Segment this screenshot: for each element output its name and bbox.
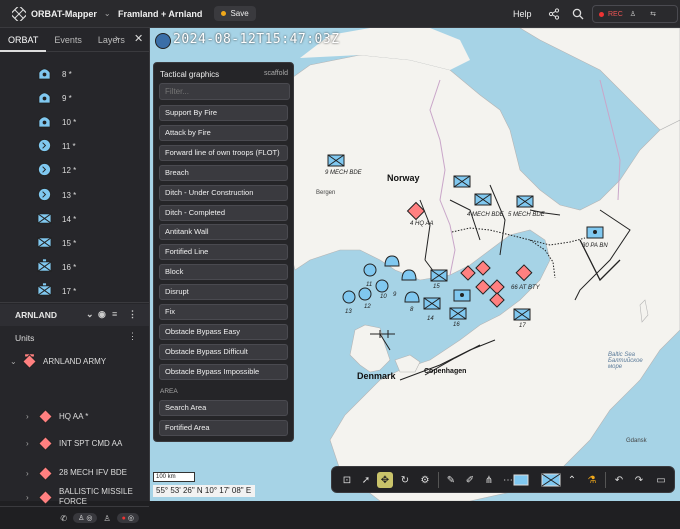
phone-icon[interactable]: ✆ [60, 514, 67, 523]
draw-icon[interactable]: ✎ [443, 472, 459, 488]
unit-label: 14 [427, 316, 434, 322]
tactical-item-button[interactable]: Support By Fire [159, 105, 288, 121]
toolbar-divider [605, 472, 606, 488]
tactical-item-button[interactable]: Ditch - Completed [159, 204, 288, 221]
map-unit-symbol[interactable] [453, 175, 471, 188]
scale-bar: 100 km [153, 472, 195, 482]
map-unit-symbol[interactable] [363, 263, 377, 277]
tactical-item-button[interactable]: Fortified Area [159, 420, 288, 436]
map-unit-symbol[interactable] [453, 289, 471, 302]
unit-template-icon[interactable] [512, 472, 530, 488]
tactical-item-button[interactable]: Attack by Fire [159, 124, 288, 141]
map-unit-symbol[interactable] [401, 269, 417, 281]
pen-icon[interactable]: ✐ [462, 472, 478, 488]
calendar-icon[interactable]: ▭ [653, 472, 669, 488]
person-icon[interactable]: ♙ [103, 514, 110, 523]
tactical-graphics-panel: Tactical graphics scaffold Support By Fi… [153, 62, 294, 442]
sidebar-footer: ✆ ♙ ◎ ♙ ● ◎ [0, 506, 149, 529]
map-unit-symbol[interactable] [460, 265, 476, 281]
map-unit-symbol[interactable] [423, 297, 441, 310]
gear-icon[interactable]: ⚙ [417, 472, 433, 488]
unit-label: 4 HQ AA [410, 221, 434, 227]
map-unit-symbol[interactable] [406, 201, 426, 221]
tactical-item-button[interactable]: Disrupt [159, 284, 288, 301]
map-unit-symbol[interactable] [404, 291, 420, 303]
map-unit-symbol[interactable] [384, 255, 400, 267]
record-dot-icon: ● [121, 514, 126, 522]
map-unit-symbol[interactable] [375, 279, 389, 293]
measure-icon[interactable]: ⊡ [339, 472, 355, 488]
map-unit-symbol[interactable] [474, 193, 492, 206]
map-unit-symbol[interactable] [358, 287, 372, 301]
target-icon: ◎ [127, 515, 134, 522]
connect-icon[interactable]: ⋔ [481, 472, 497, 488]
unit-label: 10 [380, 294, 387, 300]
map-unit-symbol[interactable] [449, 307, 467, 320]
tactical-item-button[interactable]: Block [159, 264, 288, 281]
unit-label: 8 [410, 307, 414, 313]
tactical-item-button[interactable]: Obstacle Bypass Difficult [159, 343, 288, 360]
unit-label: 13 [345, 309, 352, 315]
unit-label: 9 MECH BDE [325, 170, 362, 176]
tactical-item-button[interactable]: Fortified Line [159, 244, 288, 261]
map-unit-symbol[interactable] [342, 290, 356, 304]
tactical-item-button[interactable]: Forward line of own troops (FLOT) [159, 144, 288, 161]
unit-label: 16 [453, 322, 460, 328]
map-unit-symbol[interactable] [327, 154, 345, 167]
redo-icon[interactable]: ↷ [631, 472, 647, 488]
rotate-icon[interactable]: ↻ [397, 472, 413, 488]
tactical-item-button[interactable]: Breach [159, 164, 288, 181]
status-pill[interactable]: ● ◎ [116, 513, 139, 523]
tactical-item-button[interactable]: Obstacle Bypass Impossible [159, 363, 288, 380]
unit-label: 9 [393, 292, 397, 298]
map-unit-symbol[interactable] [489, 279, 505, 295]
map-unit-symbol[interactable] [430, 269, 448, 282]
status-pill[interactable]: ♙ ◎ [73, 513, 98, 523]
map-units-layer [327, 154, 604, 321]
unit-label: 12 [364, 304, 371, 310]
map-unit-symbol[interactable] [489, 292, 505, 308]
tactical-item-button[interactable]: Fix [159, 304, 288, 320]
toolbar-divider [438, 472, 439, 488]
infantry-unit-icon[interactable] [540, 472, 562, 488]
flask-icon[interactable]: ⚗ [584, 472, 600, 488]
unit-label: 30 PA BN [582, 243, 608, 249]
tactical-item-button[interactable]: Obstacle Bypass Easy [159, 323, 288, 340]
map-unit-symbol[interactable] [586, 226, 604, 239]
panel-title: Tactical graphics [160, 70, 220, 79]
unit-label: 15 [433, 284, 440, 290]
map-unit-symbol[interactable] [513, 308, 531, 321]
unit-label: 5 MECH BDE [508, 212, 545, 218]
map-unit-symbol[interactable] [515, 264, 533, 282]
filter-input[interactable] [159, 83, 290, 100]
map-unit-symbol[interactable] [475, 279, 491, 295]
person-icon: ♙ [78, 515, 85, 522]
tactical-item-button[interactable]: Ditch - Under Construction [159, 184, 288, 201]
area-header: AREA [160, 388, 178, 395]
undo-icon[interactable]: ↶ [611, 472, 627, 488]
pointer-icon[interactable]: ➚ [358, 472, 374, 488]
panel-tag: scaffold [264, 70, 288, 77]
target-icon: ◎ [86, 515, 93, 522]
tactical-item-button[interactable]: Search Area [159, 400, 288, 416]
move-icon[interactable]: ✥ [377, 472, 393, 488]
map-unit-symbol[interactable] [475, 260, 491, 276]
map-unit-symbol[interactable] [516, 195, 534, 208]
chevron-up-icon[interactable]: ⌃ [564, 472, 580, 488]
coordinate-readout: 55° 53' 26" N 10° 17' 08" E [153, 485, 255, 497]
map-toolbar: ⊡ ➚ ✥ ↻ ⚙ ✎ ✐ ⋔ ⋯ ⌃ ⚗ ↶ ↷ ▭ [331, 466, 675, 493]
unit-label: 17 [519, 323, 526, 329]
unit-label: 11 [366, 282, 373, 288]
unit-label: 4 MECH BDE [467, 212, 504, 218]
unit-label: 66 AT BTY [511, 285, 540, 291]
globe-button[interactable] [155, 33, 171, 49]
tactical-item-button[interactable]: Antitank Wall [159, 224, 288, 241]
timestamp: 2024-08-12T15:47:03Z [173, 32, 340, 47]
